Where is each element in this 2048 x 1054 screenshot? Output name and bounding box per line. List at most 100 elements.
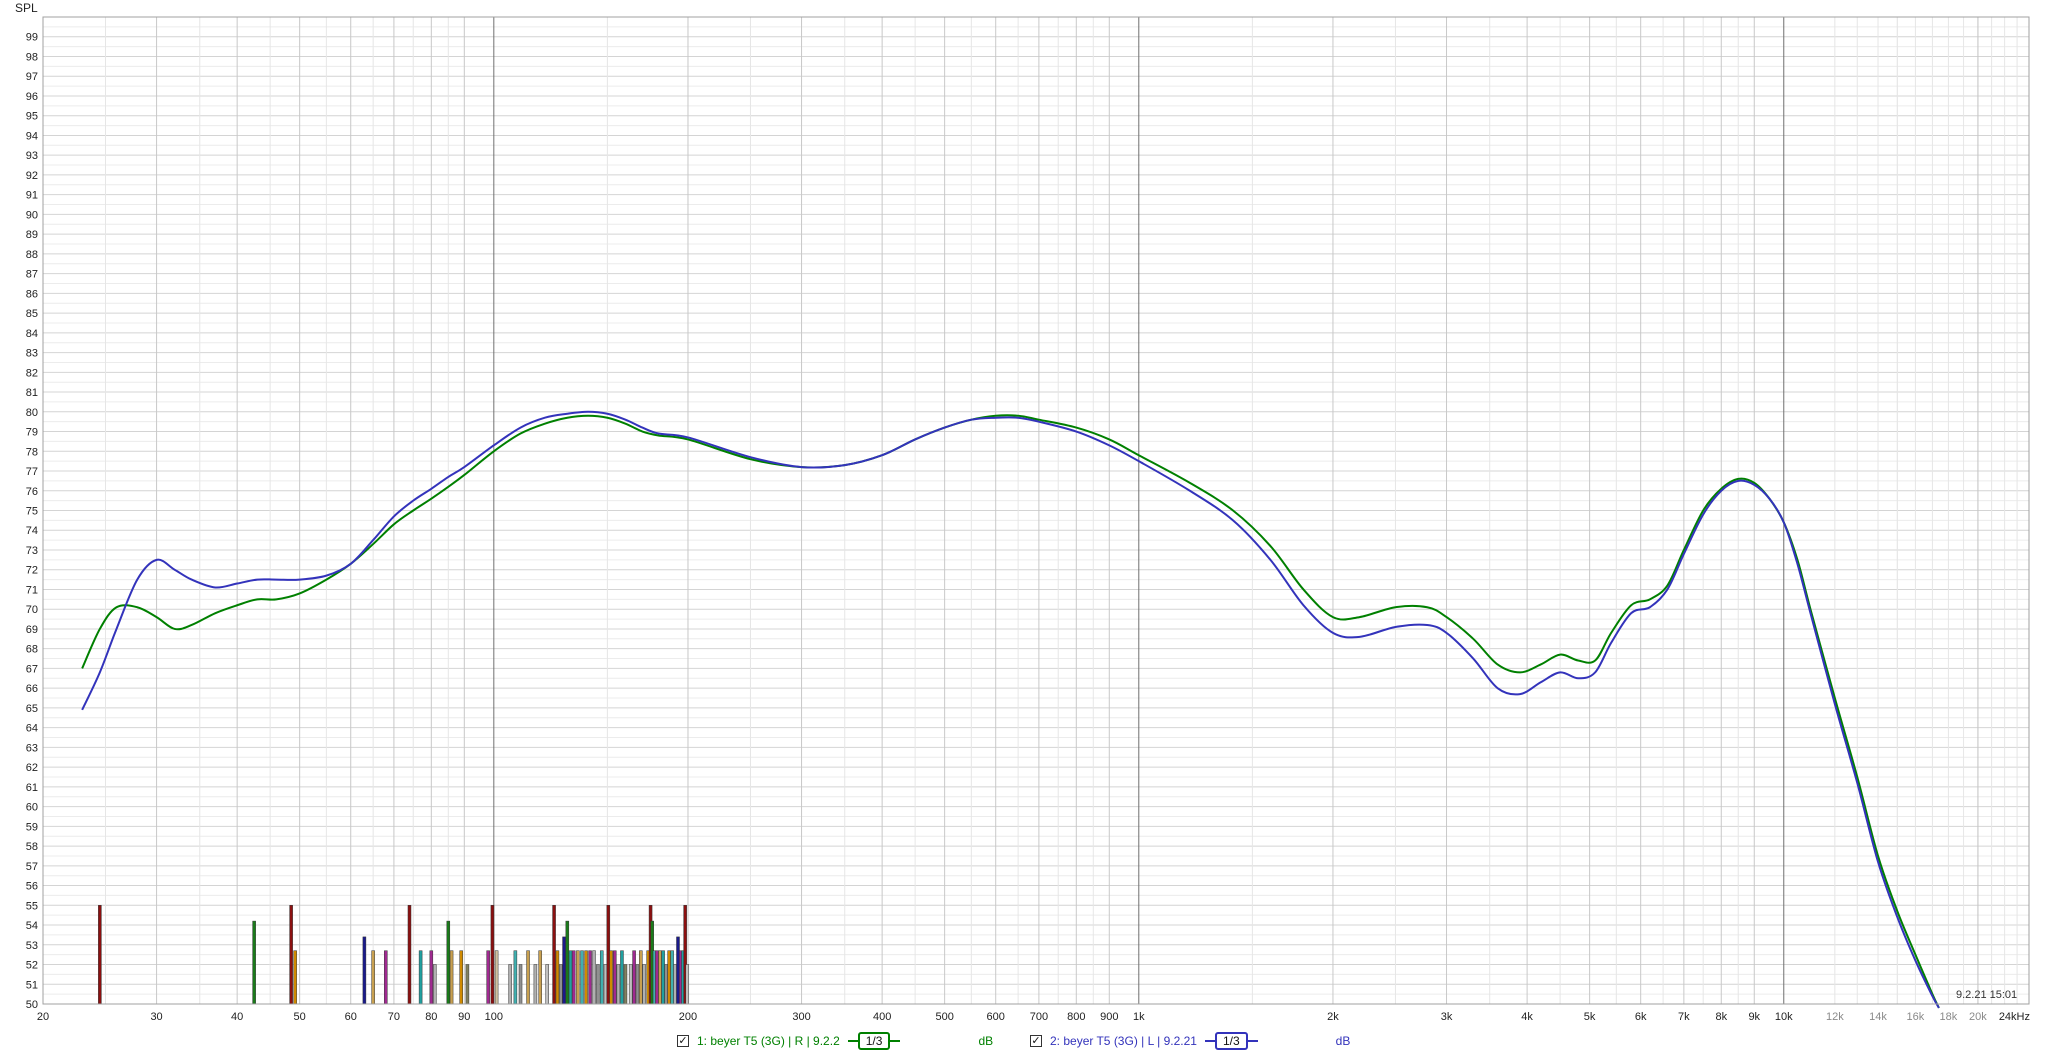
distortion-bar	[446, 920, 451, 1005]
y-tick-label: 70	[26, 604, 38, 616]
legend-item-2: ✓ 2: beyer T5 (3G) | L | 9.2.21 1/3 dB	[1030, 1031, 1350, 1051]
distortion-bar	[599, 950, 604, 1005]
x-tick-label: 200	[679, 1011, 697, 1023]
distortion-bar	[545, 964, 549, 1005]
distortion-bar	[628, 964, 633, 1005]
distortion-bar	[362, 936, 367, 1005]
distortion-bar	[609, 950, 613, 1005]
x-tick-label: 100	[485, 1011, 503, 1023]
distortion-bar	[465, 964, 470, 1005]
x-tick-label: 400	[873, 1011, 891, 1023]
distortion-bar	[508, 964, 512, 1005]
y-tick-label: 80	[26, 407, 38, 419]
x-tick-label: 2k	[1327, 1011, 1339, 1023]
legend-label-1: 1: beyer T5 (3G) | R | 9.2.2	[697, 1034, 840, 1048]
distortion-bar	[526, 950, 530, 1005]
y-tick-label: 61	[26, 782, 38, 794]
distortion-bar	[613, 950, 617, 1005]
distortion-bar	[639, 950, 643, 1005]
distortion-bar	[632, 950, 636, 1005]
x-tick-label: 12k	[1826, 1011, 1844, 1023]
y-tick-label: 76	[26, 486, 38, 498]
x-tick-label: 7k	[1678, 1011, 1690, 1023]
y-tick-label: 78	[26, 446, 38, 458]
y-tick-label: 56	[26, 881, 38, 893]
y-tick-label: 85	[26, 308, 38, 320]
y-tick-label: 63	[26, 742, 38, 754]
y-tick-label: 64	[26, 723, 38, 735]
timestamp-label: 9.2.21 15:01	[1956, 989, 2017, 1001]
y-tick-label: 60	[26, 802, 38, 814]
y-tick-label: 91	[26, 190, 38, 202]
distortion-bar	[418, 950, 423, 1005]
y-tick-label: 96	[26, 91, 38, 103]
y-tick-label: 84	[26, 328, 38, 340]
y-tick-label: 73	[26, 545, 38, 557]
x-tick-label: 30	[150, 1011, 162, 1023]
y-tick-label: 62	[26, 762, 38, 774]
distortion-bar	[559, 964, 563, 1005]
distortion-bar	[429, 950, 434, 1005]
distortion-bar	[673, 964, 677, 1005]
x-tick-label: 20k	[1969, 1011, 1987, 1023]
x-tick-label: 1k	[1133, 1011, 1145, 1023]
y-tick-label: 89	[26, 229, 38, 241]
distortion-bar	[289, 905, 293, 1005]
distortion-bar	[576, 950, 580, 1005]
y-tick-label: 88	[26, 249, 38, 261]
y-tick-label: 82	[26, 367, 38, 379]
x-tick-label: 20	[37, 1011, 49, 1023]
distortion-bar	[596, 964, 600, 1005]
distortion-bar	[490, 905, 495, 1005]
x-tick-label: 60	[345, 1011, 357, 1023]
legend-checkbox-1[interactable]: ✓	[677, 1035, 689, 1047]
x-tick-label: 80	[425, 1011, 437, 1023]
grid-minor	[42, 16, 2030, 1005]
distortion-bar	[513, 950, 518, 1005]
frequency-response-chart: 50 51 52 53 54 55 56 57 58 59 60 61 62 63 64 65 66 67 68 69…	[0, 0, 2048, 1054]
x-tick-label: 9k	[1748, 1011, 1760, 1023]
distortion-bar	[676, 936, 680, 1005]
distortion-bar	[252, 920, 256, 1005]
distortion-bar	[635, 964, 640, 1005]
x-tick-label: 900	[1100, 1011, 1118, 1023]
distortion-bar	[580, 950, 584, 1005]
distortion-bar	[293, 950, 297, 1005]
x-tick-label: 6k	[1635, 1011, 1647, 1023]
distortion-bar	[562, 936, 566, 1005]
y-tick-label: 75	[26, 506, 38, 518]
y-tick-label: 54	[26, 920, 38, 932]
legend-checkbox-2[interactable]: ✓	[1030, 1035, 1042, 1047]
legend-label-2: 2: beyer T5 (3G) | L | 9.2.21	[1050, 1034, 1197, 1048]
y-tick-label: 81	[26, 387, 38, 399]
smoothing-button-1[interactable]: 1/3	[847, 1032, 901, 1050]
x-tick-label: 24kHz	[1999, 1011, 2030, 1023]
distortion-bar	[664, 964, 668, 1005]
distortion-bar	[518, 964, 523, 1005]
x-tick-label: 3k	[1441, 1011, 1453, 1023]
distortion-bar	[642, 964, 646, 1005]
distortion-bar	[494, 950, 499, 1005]
distortion-bar	[98, 905, 102, 1005]
smoothing-button-2[interactable]: 1/3	[1204, 1032, 1258, 1050]
distortion-bar	[655, 950, 659, 1005]
x-tick-label: 50	[294, 1011, 306, 1023]
y-tick-label: 57	[26, 861, 38, 873]
y-tick-label: 53	[26, 940, 38, 952]
y-tick-label: 98	[26, 51, 38, 63]
y-tick-label: 72	[26, 565, 38, 577]
y-tick-label: 95	[26, 111, 38, 123]
y-tick-label: 87	[26, 269, 38, 281]
distortion-bar	[658, 950, 662, 1005]
y-axis-label: SPL	[15, 1, 38, 15]
y-tick-label: 97	[26, 71, 38, 83]
y-tick-label: 92	[26, 170, 38, 182]
distortion-bar	[603, 964, 608, 1005]
distortion-bar	[486, 950, 490, 1005]
distortion-bar	[592, 950, 596, 1005]
y-tick-label: 69	[26, 624, 38, 636]
x-tick-label: 40	[231, 1011, 243, 1023]
distortion-bar	[616, 964, 621, 1005]
x-tick-label: 600	[987, 1011, 1005, 1023]
distortion-bar	[623, 964, 628, 1005]
